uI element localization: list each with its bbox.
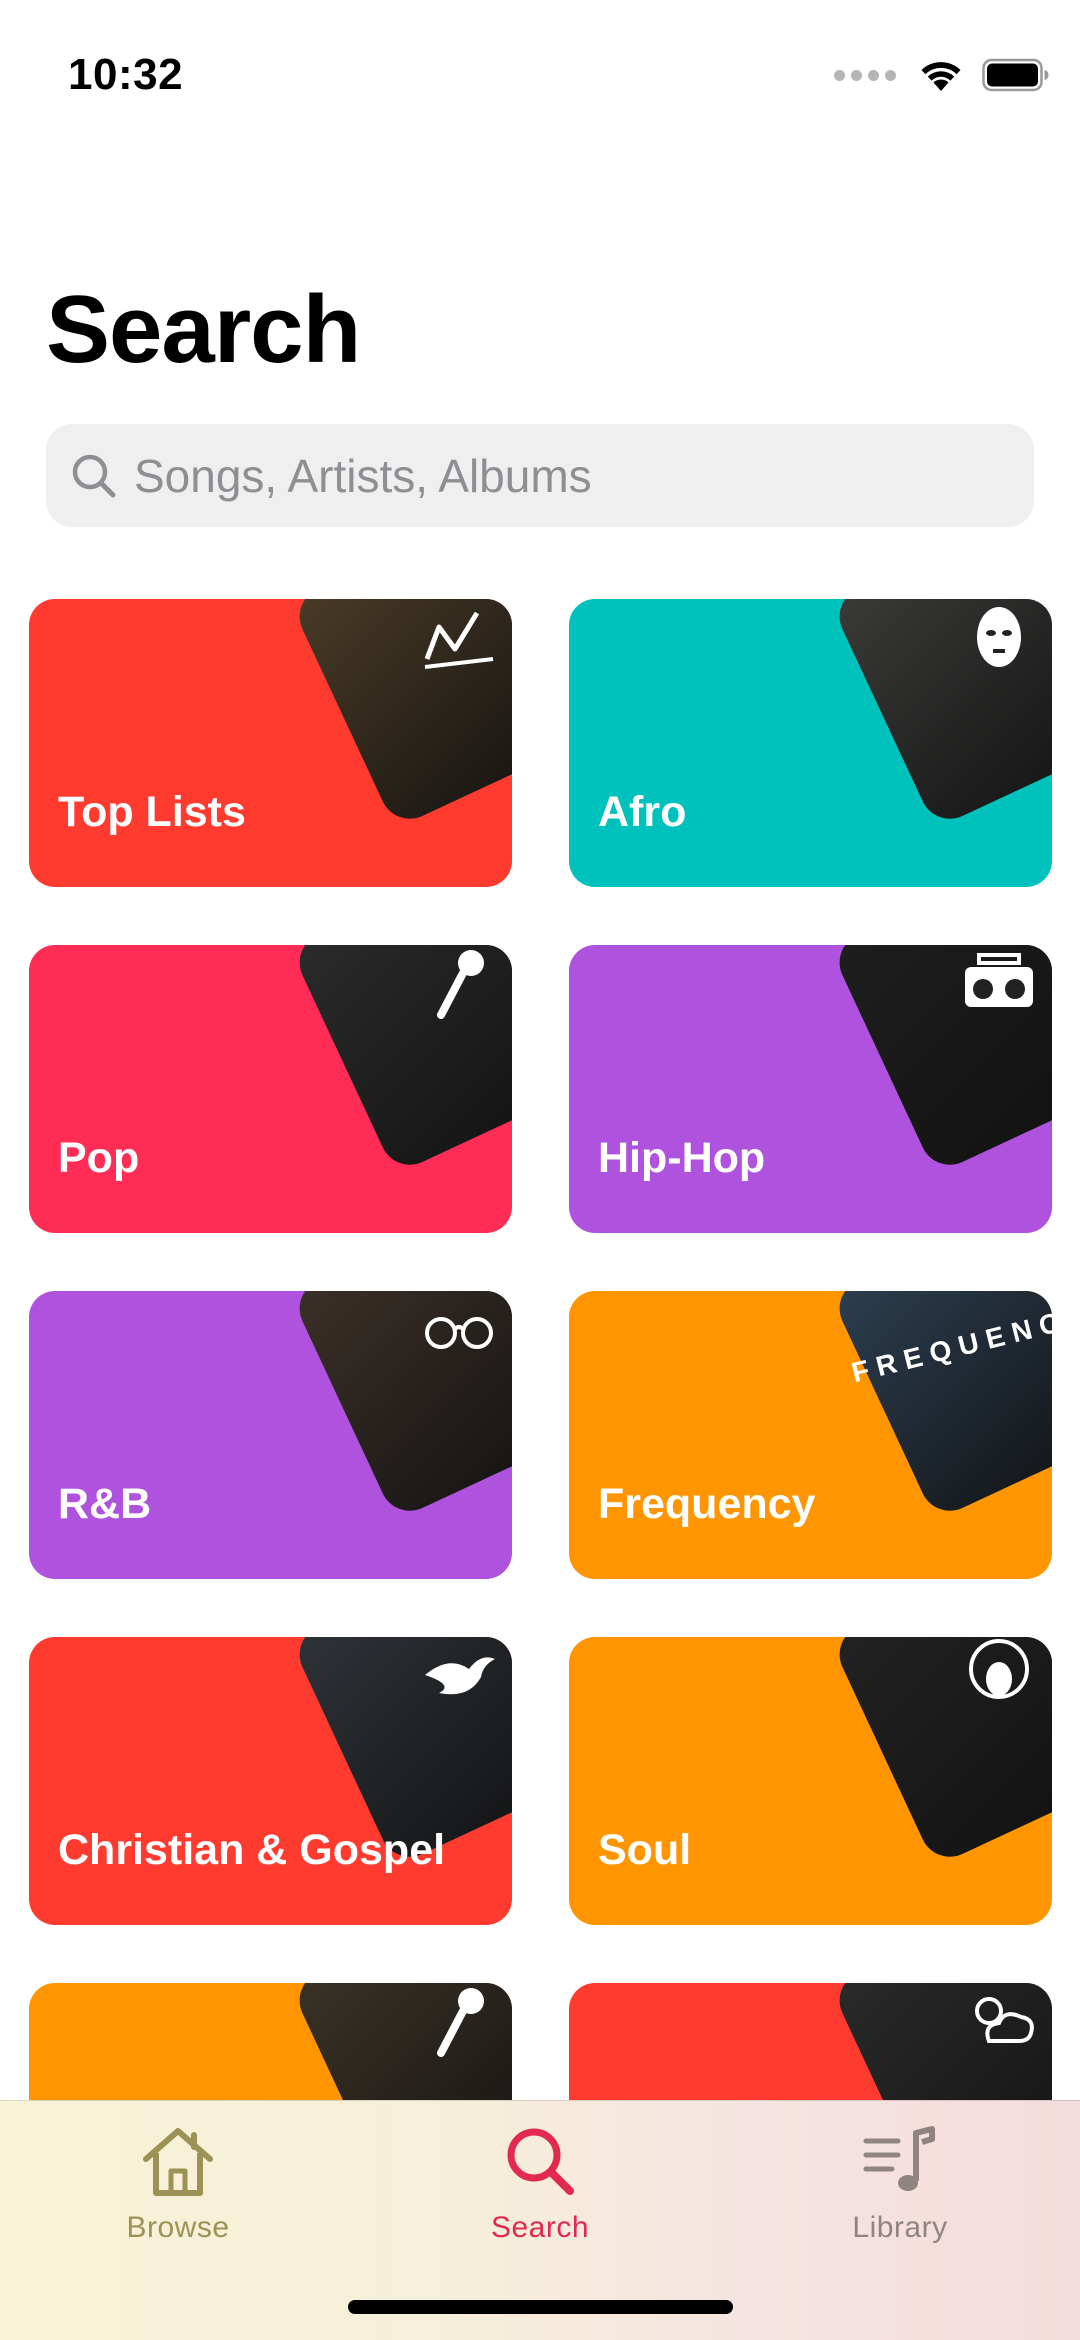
genre-label: Pop <box>58 1134 140 1182</box>
boombox-icon <box>965 953 1033 1007</box>
afro-woman-icon <box>969 1639 1029 1699</box>
weather-cloud-icon <box>975 1997 1034 2043</box>
genre-card[interactable]: Soul <box>569 1637 1052 1925</box>
genre-card[interactable] <box>569 1983 1052 2100</box>
search-screen: 10:32 Search Top ListsAfroPopHi <box>0 0 1080 2340</box>
search-icon <box>72 454 116 497</box>
chart-line-icon <box>424 611 494 669</box>
genre-card[interactable]: R&B <box>29 1291 512 1579</box>
tab-browse[interactable]: Browse <box>78 2119 278 2249</box>
tab-search[interactable]: Search <box>440 2119 640 2249</box>
tab-label: Search <box>490 2211 590 2244</box>
music-library-icon <box>863 2126 935 2191</box>
genre-grid: Top Lists Afro Pop Hip-Hop R&B FREQUENC Freque… <box>0 580 1080 2100</box>
dove-icon <box>425 1657 495 1695</box>
house-icon <box>143 2128 213 2196</box>
sunglasses-icon <box>425 1317 493 1349</box>
wifi-icon <box>921 62 961 91</box>
battery-icon <box>982 58 1049 92</box>
genre-label: Soul <box>598 1826 692 1874</box>
genre-label: Hip-Hop <box>598 1134 766 1182</box>
tab-label: Library <box>852 2211 948 2244</box>
genre-label: R&B <box>58 1480 152 1528</box>
tab-library[interactable]: Library <box>800 2119 1000 2249</box>
microphone-icon <box>437 1988 484 2057</box>
genre-label: Christian & Gospel <box>58 1826 446 1874</box>
genre-card[interactable]: Hip-Hop <box>569 945 1052 1233</box>
cellular-signal-icon <box>834 69 896 81</box>
genre-card[interactable]: FREQUENC Frequency <box>569 1291 1052 1579</box>
page-title: Search <box>46 276 361 383</box>
search-bar[interactable] <box>46 424 1034 527</box>
home-indicator[interactable] <box>348 2300 733 2314</box>
search-icon <box>507 2128 574 2195</box>
genre-card[interactable]: Christian & Gospel <box>29 1637 512 1925</box>
african-mask-icon <box>977 607 1021 667</box>
status-time: 10:32 <box>68 50 184 99</box>
microphone-icon <box>437 950 484 1019</box>
genre-card[interactable]: Top Lists <box>29 599 512 887</box>
genre-card[interactable] <box>29 1983 512 2100</box>
genre-label: Afro <box>598 788 687 836</box>
genre-card[interactable]: Pop <box>29 945 512 1233</box>
genre-card[interactable]: Afro <box>569 599 1052 887</box>
status-icons <box>834 58 1050 92</box>
status-bar: 10:32 <box>0 0 1080 140</box>
tab-label: Browse <box>126 2211 230 2244</box>
genre-label: Frequency <box>598 1480 816 1528</box>
genre-label: Top Lists <box>58 788 246 836</box>
search-input[interactable] <box>134 448 994 503</box>
